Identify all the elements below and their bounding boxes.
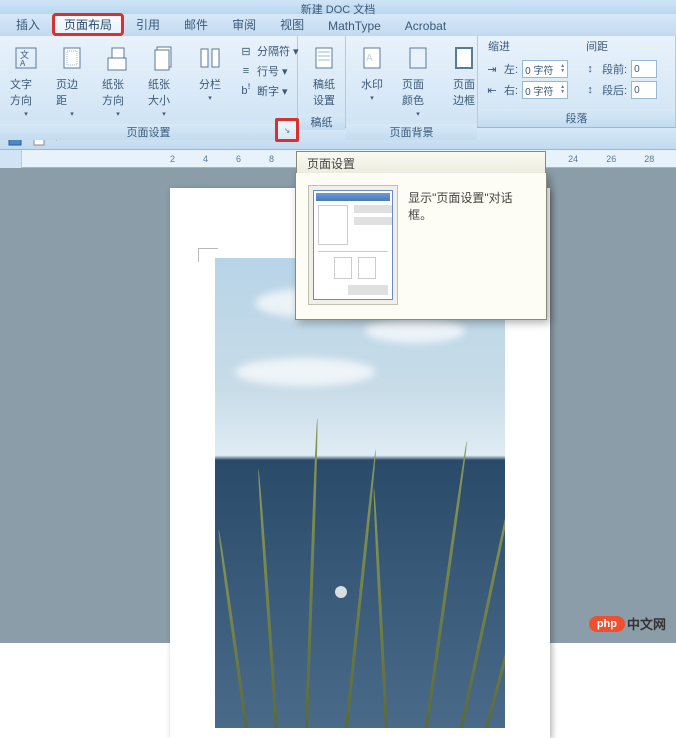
ruler-mark: 24 <box>568 154 578 164</box>
indent-right-icon: ⇤ <box>484 82 500 98</box>
hyphenation-icon: bꜝ <box>238 83 254 99</box>
paper-group-label: 稿纸 <box>298 114 345 130</box>
columns-button[interactable]: 分栏▾ <box>190 40 230 104</box>
size-label: 纸张大小 <box>148 76 180 108</box>
line-numbers-icon: ≡ <box>238 63 254 79</box>
line-numbers-label: 行号 <box>257 63 279 79</box>
hyphenation-label: 断字 <box>257 83 279 99</box>
tab-acrobat[interactable]: Acrobat <box>393 16 458 36</box>
tooltip-description: 显示"页面设置"对话框。 <box>408 185 534 307</box>
group-page-setup: 文A 文字方向▾ 页边距▾ 纸张方向▾ 纸张大小▾ 分栏▾ ⊟分隔符 ▾ ≡ <box>0 36 298 127</box>
hyphenation-button[interactable]: bꜝ断字 ▾ <box>236 82 301 100</box>
page-color-label: 页面颜色 <box>402 76 434 108</box>
tab-view[interactable]: 视图 <box>268 13 316 36</box>
size-icon <box>148 42 180 74</box>
orientation-label: 纸张方向 <box>102 76 134 108</box>
indent-right-label: 右: <box>504 82 518 98</box>
group-paper: 稿纸 设置 稿纸 <box>298 36 346 127</box>
ruler-mark: 2 <box>170 154 175 164</box>
spacing-before-icon: ↕ <box>582 61 598 77</box>
paragraph-group-label: 段落 <box>478 109 675 127</box>
spacing-header: 间距 <box>582 36 657 54</box>
watermark-button[interactable]: A 水印▾ <box>352 40 392 104</box>
page-color-button[interactable]: 页面颜色▾ <box>398 40 438 120</box>
tab-mailings[interactable]: 邮件 <box>172 13 220 36</box>
site-watermark: php 中文网 <box>589 614 666 633</box>
watermark-label: 水印 <box>361 76 383 92</box>
tab-page-layout[interactable]: 页面布局 <box>52 13 124 36</box>
page-setup-launcher[interactable]: ↘ <box>275 118 299 142</box>
page-borders-label: 页面 边框 <box>453 76 475 108</box>
ruler-corner <box>0 150 22 168</box>
margins-label: 页边距 <box>56 76 88 108</box>
indent-header: 缩进 <box>484 36 568 54</box>
paper-settings-label: 稿纸 设置 <box>313 76 335 108</box>
margins-icon <box>56 42 88 74</box>
breaks-icon: ⊟ <box>238 43 254 59</box>
ribbon: 文A 文字方向▾ 页边距▾ 纸张方向▾ 纸张大小▾ 分栏▾ ⊟分隔符 ▾ ≡ <box>0 36 676 128</box>
watermark-icon: A <box>356 42 388 74</box>
margins-button[interactable]: 页边距▾ <box>52 40 92 120</box>
indent-left-icon: ⇥ <box>484 61 500 77</box>
title-bar: 新建 DOC 文档 <box>0 0 676 14</box>
columns-label: 分栏 <box>199 76 221 92</box>
paper-icon <box>308 42 340 74</box>
breaks-button[interactable]: ⊟分隔符 ▾ <box>236 42 301 60</box>
spacing-after-label: 段后: <box>602 82 627 98</box>
text-direction-button[interactable]: 文A 文字方向▾ <box>6 40 46 120</box>
ruler-mark: 28 <box>644 154 654 164</box>
page-borders-icon <box>448 42 480 74</box>
background-group-label: 页面背景 <box>346 124 477 140</box>
size-button[interactable]: 纸张大小▾ <box>144 40 184 120</box>
ruler-mark: 26 <box>606 154 616 164</box>
ribbon-tabs: 插入 页面布局 引用 邮件 审阅 视图 MathType Acrobat <box>0 14 676 36</box>
group-background: A 水印▾ 页面颜色▾ 页面 边框 页面背景 <box>346 36 478 127</box>
svg-text:A: A <box>20 59 26 68</box>
svg-text:A: A <box>366 53 373 64</box>
spacing-before-input[interactable]: 0 <box>631 60 657 78</box>
watermark-text: 中文网 <box>627 614 666 633</box>
ruler-mark: 4 <box>203 154 208 164</box>
tab-mathtype[interactable]: MathType <box>316 16 393 36</box>
spacing-before-label: 段前: <box>602 61 627 77</box>
orientation-button[interactable]: 纸张方向▾ <box>98 40 138 120</box>
inserted-image[interactable] <box>215 258 505 728</box>
watermark-badge: php <box>589 616 625 632</box>
indent-left-label: 左: <box>504 61 518 77</box>
tab-review[interactable]: 审阅 <box>220 13 268 36</box>
orientation-icon <box>102 42 134 74</box>
ruler-mark: 8 <box>269 154 274 164</box>
page-setup-tooltip: 页面设置 显示"页面设置"对话框。 <box>295 172 547 320</box>
tooltip-title: 页面设置 <box>296 151 546 173</box>
tooltip-thumbnail <box>308 185 398 305</box>
tab-insert[interactable]: 插入 <box>4 13 52 36</box>
columns-icon <box>194 42 226 74</box>
group-paragraph: 缩进 ⇥ 左: 0 字符▲▼ ⇤ 右: 0 字符▲▼ 间距 ↕ 段前: 0 ↕ … <box>478 36 676 127</box>
breaks-label: 分隔符 <box>257 43 290 59</box>
ruler-mark: 6 <box>236 154 241 164</box>
text-direction-label: 文字方向 <box>10 76 42 108</box>
line-numbers-button[interactable]: ≡行号 ▾ <box>236 62 301 80</box>
page-color-icon <box>402 42 434 74</box>
paper-settings-button[interactable]: 稿纸 设置 <box>304 40 344 110</box>
spacing-after-input[interactable]: 0 <box>631 81 657 99</box>
indent-right-input[interactable]: 0 字符▲▼ <box>522 81 568 99</box>
indent-left-input[interactable]: 0 字符▲▼ <box>522 60 568 78</box>
page-setup-group-label: 页面设置 <box>127 124 171 140</box>
spacing-after-icon: ↕ <box>582 82 598 98</box>
text-direction-icon: 文A <box>10 42 42 74</box>
tab-references[interactable]: 引用 <box>124 13 172 36</box>
